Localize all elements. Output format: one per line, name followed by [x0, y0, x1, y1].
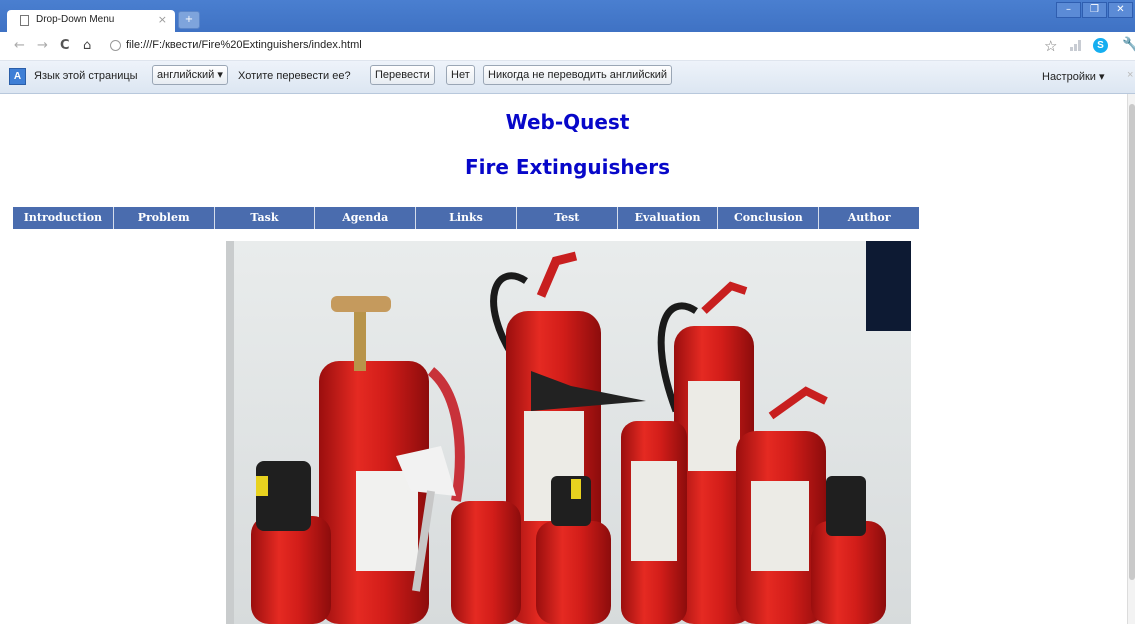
star-icon[interactable]: ☆ [1044, 37, 1057, 55]
reload-icon[interactable]: C [60, 38, 70, 53]
close-infobar-icon[interactable]: × [1127, 69, 1133, 81]
translate-infobar: A Язык этой страницы английский ▾ Хотите… [0, 61, 1135, 94]
menu-item-agenda[interactable]: Agenda [315, 207, 417, 229]
signal-icon[interactable] [1070, 40, 1082, 51]
nav-menu: Introduction Problem Task Agenda Links T… [13, 207, 920, 229]
menu-item-links[interactable]: Links [416, 207, 517, 229]
url-text[interactable]: file:///F:/квести/Fire%20Extinguishers/i… [126, 39, 362, 51]
new-tab-button[interactable]: + [178, 11, 200, 29]
close-tab-icon[interactable]: × [158, 13, 167, 26]
page-subtitle: Fire Extinguishers [464, 155, 670, 179]
wrench-icon[interactable]: 🔧 [1122, 37, 1135, 53]
translate-button[interactable]: Перевести [370, 65, 435, 85]
close-window-button[interactable]: ✕ [1108, 2, 1133, 18]
forward-icon[interactable]: → [37, 38, 48, 53]
never-translate-button[interactable]: Никогда не переводить английский [483, 65, 673, 85]
menu-item-conclusion[interactable]: Conclusion [718, 207, 820, 229]
language-select[interactable]: английский ▾ [152, 65, 228, 85]
vertical-scrollbar[interactable] [1127, 94, 1135, 624]
browser-tab[interactable]: Drop-Down Menu × [7, 10, 175, 32]
menu-item-task[interactable]: Task [214, 207, 316, 229]
window-controls: – ❐ ✕ [1055, 2, 1133, 18]
menu-item-test[interactable]: Test [516, 207, 618, 229]
tab-title: Drop-Down Menu [36, 14, 115, 25]
maximize-button[interactable]: ❐ [1082, 2, 1107, 18]
scrollbar-thumb[interactable] [1129, 104, 1135, 580]
translate-question: Хотите перевести ее? [238, 70, 351, 82]
settings-menu[interactable]: Настройки ▾ [1042, 70, 1105, 83]
no-button[interactable]: Нет [446, 65, 475, 85]
address-bar[interactable]: file:///F:/квести/Fire%20Extinguishers/i… [108, 36, 1028, 56]
language-prompt: Язык этой страницы [34, 70, 138, 82]
page-icon [20, 15, 29, 26]
menu-item-problem[interactable]: Problem [113, 207, 215, 229]
skype-icon[interactable]: S [1093, 38, 1108, 53]
translate-icon: A [9, 68, 26, 85]
menu-item-introduction[interactable]: Introduction [13, 207, 114, 229]
fire-extinguishers-photo [226, 241, 911, 624]
title-bar: Drop-Down Menu × + – ❐ ✕ [0, 0, 1135, 32]
home-icon[interactable]: ⌂ [83, 38, 91, 53]
minimize-button[interactable]: – [1056, 2, 1081, 18]
menu-item-evaluation[interactable]: Evaluation [617, 207, 719, 229]
browser-toolbar: ← → C ⌂ file:///F:/квести/Fire%20Extingu… [0, 32, 1135, 61]
back-icon[interactable]: ← [14, 38, 25, 53]
page-info-icon[interactable] [110, 40, 121, 51]
page-title: Web-Quest [505, 110, 630, 134]
menu-item-author[interactable]: Author [819, 207, 920, 229]
